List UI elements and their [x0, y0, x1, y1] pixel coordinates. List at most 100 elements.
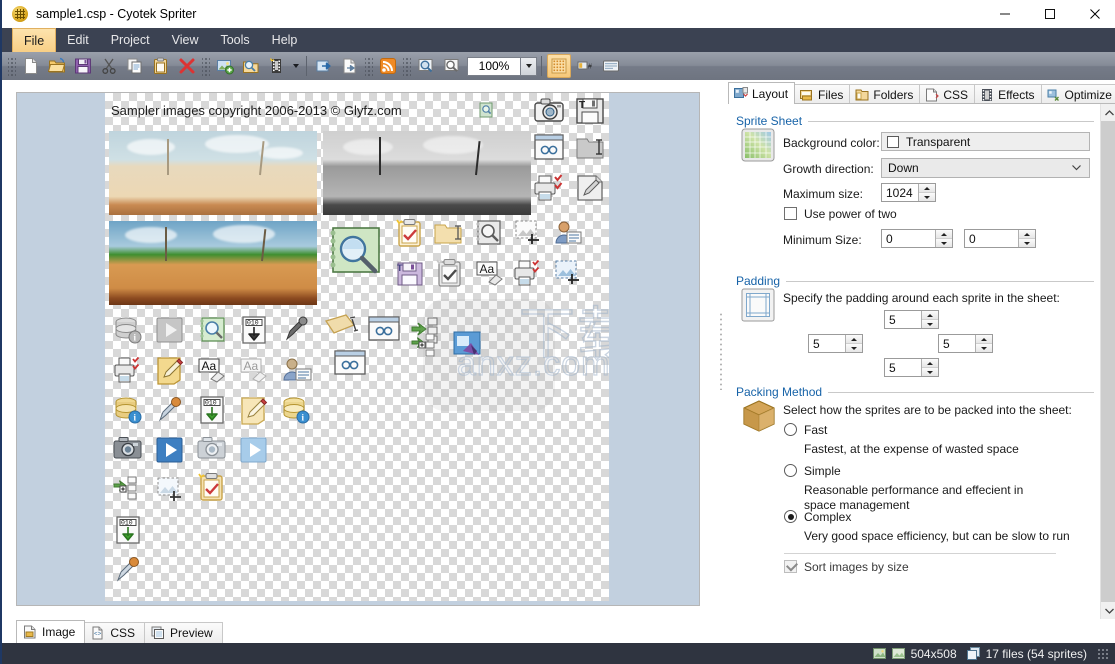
minimum-size-width-input[interactable]: 0 — [881, 229, 953, 248]
save-button[interactable] — [71, 54, 95, 78]
sprite-landscape-color-2 — [109, 221, 317, 305]
tab-preview[interactable]: Preview — [144, 622, 223, 643]
sprite-notebook-magnifier-green-icon — [197, 315, 227, 345]
scrollbar-thumb[interactable] — [1101, 121, 1115, 602]
packing-option-fast-radio[interactable] — [784, 423, 797, 436]
padding-top-input[interactable]: 5 — [884, 310, 939, 329]
tab-preview-label: Preview — [170, 626, 213, 640]
svg-text:T: T — [397, 263, 403, 273]
tab-files[interactable]: Files — [794, 84, 851, 104]
show-labels-button[interactable]: # — [573, 54, 597, 78]
zoom-fit-button[interactable] — [440, 54, 464, 78]
sprite-sheet-group: Sprite Sheet Background color: Transpare… — [736, 114, 1094, 264]
padding-top-stepper[interactable] — [921, 311, 938, 328]
splitter-grip[interactable] — [719, 312, 723, 390]
scroll-up-button[interactable] — [1101, 104, 1115, 121]
resize-grip[interactable] — [1097, 647, 1109, 660]
tab-effects[interactable]: Effects — [974, 84, 1042, 104]
rss-feed-button[interactable] — [376, 54, 400, 78]
pane-splitter[interactable] — [714, 80, 728, 619]
properties-scrollbar[interactable] — [1100, 104, 1115, 619]
application-window: sample1.csp - Cyotek Spriter File Edit P… — [0, 0, 1115, 664]
toolbar-grip-4[interactable] — [403, 56, 411, 76]
maximum-size-value: 1024 — [886, 185, 913, 200]
minimum-size-height-input[interactable]: 0 — [964, 229, 1036, 248]
use-power-of-two-label: Use power of two — [804, 207, 897, 221]
scroll-down-button[interactable] — [1101, 602, 1115, 619]
minimum-size-height-stepper[interactable] — [1018, 230, 1035, 247]
toolbar-separator-2 — [541, 56, 542, 76]
import-button[interactable] — [312, 54, 336, 78]
packing-option-simple-radio[interactable] — [784, 464, 797, 477]
tab-css[interactable]: CSS — [919, 84, 976, 104]
delete-button[interactable] — [175, 54, 199, 78]
padding-bottom-stepper[interactable] — [921, 359, 938, 376]
sprite-play-blue-icon — [155, 435, 185, 465]
sprite-clipboard-check-2-icon — [197, 471, 227, 503]
maximum-size-stepper[interactable] — [918, 184, 935, 201]
sort-images-checkbox[interactable] — [784, 559, 799, 573]
transparency-grid-button[interactable] — [547, 54, 571, 78]
export-button[interactable] — [338, 54, 362, 78]
tab-css-bottom[interactable]: <> CSS — [84, 622, 146, 643]
canvas-pane: Sampler images copyright 2006-2013 © Gly… — [2, 80, 714, 619]
new-file-button[interactable] — [19, 54, 43, 78]
tab-optimize[interactable]: Optimize — [1040, 84, 1115, 104]
tab-layout[interactable]: Layout — [728, 82, 796, 104]
check-tick-icon — [785, 559, 799, 572]
background-color-value[interactable]: Transparent — [881, 132, 1090, 151]
padding-icon — [741, 288, 775, 322]
film-strip-dropdown[interactable] — [290, 54, 302, 78]
close-button[interactable] — [1072, 0, 1115, 28]
menu-edit[interactable]: Edit — [56, 28, 100, 52]
optimize-tab-icon — [1047, 88, 1061, 102]
maximize-button[interactable] — [1027, 0, 1072, 28]
zoom-level-dropdown[interactable] — [521, 56, 537, 76]
tab-image-label: Image — [42, 625, 76, 639]
files-tab-icon — [800, 88, 814, 102]
status-files-text: 17 files (54 sprites) — [985, 646, 1087, 661]
add-image-button[interactable] — [213, 54, 237, 78]
tab-folders[interactable]: Folders — [849, 84, 921, 104]
browse-folder-button[interactable] — [239, 54, 263, 78]
menu-tools[interactable]: Tools — [209, 28, 260, 52]
sprite-camera-light-icon — [197, 435, 227, 463]
maximum-size-label: Maximum size: — [783, 187, 864, 201]
packing-option-fast-label: Fast — [804, 423, 828, 437]
sprite-sheet-canvas[interactable]: Sampler images copyright 2006-2013 © Gly… — [16, 92, 700, 606]
maximum-size-input[interactable]: 1024 — [881, 183, 936, 202]
tab-image[interactable]: Image — [16, 620, 86, 643]
padding-right-stepper[interactable] — [975, 335, 992, 352]
window-controls — [982, 0, 1115, 28]
zoom-preview-button[interactable] — [414, 54, 438, 78]
cut-button[interactable] — [97, 54, 121, 78]
status-dimensions: 504x508 — [872, 647, 957, 661]
copy-button[interactable] — [123, 54, 147, 78]
sprite-sheet-surface[interactable]: Sampler images copyright 2006-2013 © Gly… — [105, 93, 609, 601]
open-folder-button[interactable] — [45, 54, 69, 78]
padding-right-input[interactable]: 5 — [938, 334, 993, 353]
minimum-size-width-stepper[interactable] — [935, 230, 952, 247]
sprite-window-search-icon — [533, 133, 565, 163]
zoom-level-input[interactable]: 100% — [467, 56, 521, 76]
sprite-image-crop-blue-icon — [553, 258, 583, 288]
packing-option-complex-radio[interactable] — [784, 510, 797, 523]
menu-file[interactable]: File — [12, 28, 57, 52]
menu-view[interactable]: View — [161, 28, 210, 52]
minimize-button[interactable] — [982, 0, 1027, 28]
menu-project[interactable]: Project — [100, 28, 161, 52]
menu-help[interactable]: Help — [261, 28, 309, 52]
padding-left-input[interactable]: 5 — [808, 334, 863, 353]
use-power-of-two-checkbox[interactable] — [784, 207, 797, 220]
growth-direction-select[interactable]: Down — [881, 158, 1090, 178]
toolbar-grip[interactable] — [8, 56, 16, 76]
show-panel-button[interactable] — [599, 54, 623, 78]
film-strip-button[interactable] — [265, 54, 289, 78]
minimum-size-height-value: 0 — [969, 231, 976, 246]
padding-bottom-input[interactable]: 5 — [884, 358, 939, 377]
toolbar-grip-2[interactable] — [202, 56, 210, 76]
toolbar-grip-3[interactable] — [365, 56, 373, 76]
paste-button[interactable] — [149, 54, 173, 78]
sprite-binary-download-gray-icon: 010 — [239, 315, 269, 345]
padding-left-stepper[interactable] — [845, 335, 862, 352]
